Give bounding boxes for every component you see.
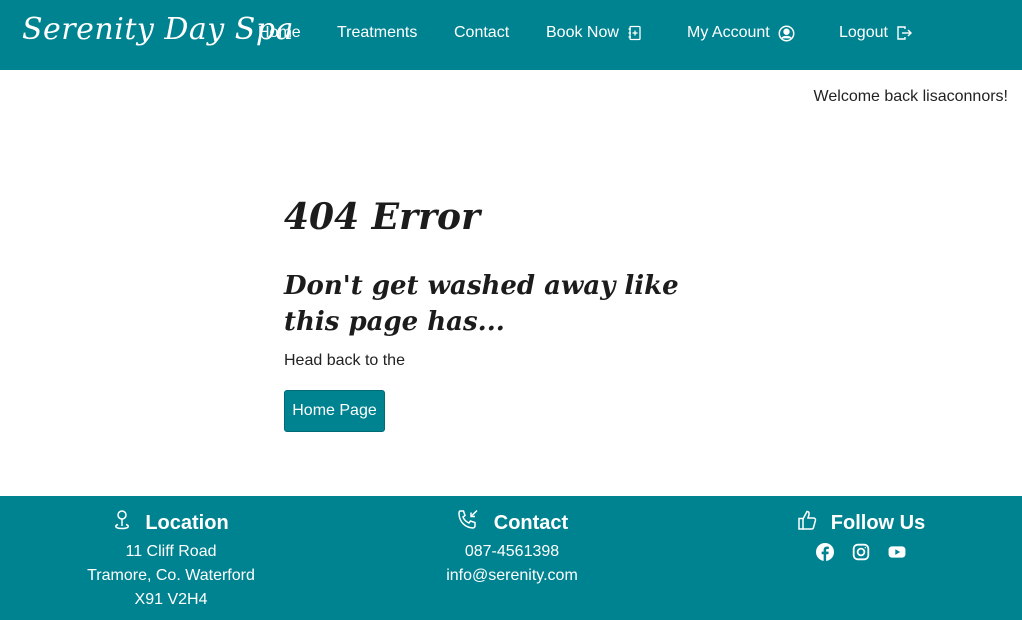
address-line-2: Tramore, Co. Waterford bbox=[87, 567, 255, 584]
nav-my-account[interactable]: My Account bbox=[687, 22, 795, 44]
contact-phone[interactable]: 087-4561398 bbox=[382, 540, 642, 564]
footer: Location 11 Cliff Road Tramore, Co. Wate… bbox=[0, 496, 1022, 620]
youtube-icon[interactable] bbox=[888, 543, 906, 561]
footer-follow: Follow Us bbox=[726, 496, 996, 561]
nav-treatments[interactable]: Treatments bbox=[337, 22, 417, 44]
nav-treatments-label: Treatments bbox=[337, 24, 418, 41]
error-subtitle: Don't get washed away like this page has… bbox=[284, 271, 679, 337]
brand-logo[interactable]: Serenity Day Spa bbox=[22, 12, 294, 47]
social-links bbox=[726, 543, 996, 561]
person-circle-icon bbox=[778, 25, 795, 42]
nav-contact[interactable]: Contact bbox=[454, 22, 509, 44]
head-back-text: Head back to the bbox=[284, 352, 405, 369]
footer-contact: Contact 087-4561398 info@serenity.com bbox=[382, 496, 642, 588]
home-page-button[interactable]: Home Page bbox=[284, 390, 385, 432]
contact-email[interactable]: info@serenity.com bbox=[382, 564, 642, 588]
facebook-icon[interactable] bbox=[816, 543, 834, 561]
nav-my-account-label: My Account bbox=[687, 24, 770, 41]
nav-logout-label: Logout bbox=[839, 24, 888, 41]
navbar: Serenity Day Spa Home Treatments Contact… bbox=[0, 0, 1022, 70]
footer-follow-heading-row: Follow Us bbox=[726, 509, 996, 537]
page-title: 404 Error bbox=[284, 196, 481, 238]
instagram-icon[interactable] bbox=[852, 543, 870, 561]
address-line-3: X91 V2H4 bbox=[134, 591, 208, 608]
footer-location-heading: Location bbox=[145, 511, 229, 534]
nav-book-now[interactable]: Book Now bbox=[546, 22, 643, 44]
phone-inbound-icon bbox=[456, 509, 480, 537]
address-line-1: 11 Cliff Road bbox=[125, 543, 217, 560]
footer-follow-heading: Follow Us bbox=[830, 511, 926, 534]
nav-contact-label: Contact bbox=[454, 24, 510, 41]
footer-contact-heading: Contact bbox=[493, 511, 569, 534]
journal-plus-icon bbox=[627, 25, 643, 41]
nav-logout[interactable]: Logout bbox=[839, 22, 913, 44]
footer-contact-heading-row: Contact bbox=[382, 509, 642, 537]
box-arrow-right-icon bbox=[896, 25, 913, 41]
nav-home-label: Home bbox=[258, 24, 301, 41]
thumbs-up-icon bbox=[797, 509, 817, 537]
nav-home[interactable]: Home bbox=[258, 22, 301, 44]
footer-location-heading-row: Location bbox=[41, 509, 301, 537]
geo-pin-icon bbox=[113, 509, 131, 537]
footer-location: Location 11 Cliff Road Tramore, Co. Wate… bbox=[41, 496, 301, 612]
nav-book-now-label: Book Now bbox=[546, 24, 619, 41]
welcome-message: Welcome back lisaconnors! bbox=[813, 88, 1008, 105]
